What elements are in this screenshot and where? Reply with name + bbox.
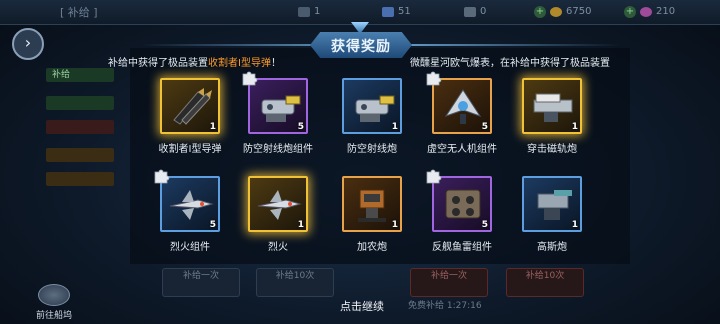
fragment-puzzle-icon <box>424 69 442 87</box>
button-label: 补给10次 <box>525 271 565 281</box>
announcement-text: 补给中获得了极品装置 <box>108 58 208 68</box>
add-icon[interactable]: + <box>624 5 636 18</box>
item-count: 1 <box>571 220 578 230</box>
item-count: 1 <box>391 122 398 132</box>
torpedo-icon <box>440 184 486 224</box>
announcement-highlight: 收割者I型导弹 <box>208 58 271 68</box>
announcement-marquee: 补给中获得了极品装置收割者I型导弹！ 微醺星河欧气爆表，在补给中获得了极品装置 <box>108 54 638 68</box>
item-frame[interactable]: 1 <box>522 176 582 232</box>
item-count: 5 <box>209 220 216 230</box>
item-name: 防空射线炮 <box>347 144 397 155</box>
item-count: 1 <box>297 220 304 230</box>
back-button[interactable]: › <box>12 28 44 60</box>
laser-icon <box>256 86 302 126</box>
gem-icon <box>640 6 652 17</box>
drone-icon <box>440 86 486 126</box>
resource-crystal: 51 <box>382 4 411 19</box>
fragment-puzzle-icon <box>152 167 170 185</box>
metal-value: 0 <box>480 6 487 17</box>
side-tab-supply[interactable]: 补给 <box>46 68 114 82</box>
crystal-value: 51 <box>398 6 411 17</box>
free-supply-timer: 免费补给 1:27:16 <box>408 301 482 311</box>
item-name: 反舰鱼雷组件 <box>432 242 492 253</box>
top-bar: [ 补给 ] <box>0 0 720 25</box>
side-tab[interactable] <box>46 148 114 162</box>
side-tab[interactable] <box>46 120 114 134</box>
gauss-icon <box>530 184 576 224</box>
go-to-dock-button[interactable]: 前往船坞 <box>34 284 74 321</box>
fighter-icon <box>168 184 214 224</box>
tap-to-continue[interactable]: 点击继续 <box>322 298 402 314</box>
announcement-text: ！ <box>270 58 281 68</box>
item-count: 1 <box>571 122 578 132</box>
item-frame[interactable]: 1 <box>160 78 220 134</box>
announcement-left: 补给中获得了极品装置收割者I型导弹！ <box>108 54 281 68</box>
button-label: 补给10次 <box>275 271 315 281</box>
button-label: 补给一次 <box>182 271 219 281</box>
item-frame[interactable]: 1 <box>342 78 402 134</box>
item-count: 1 <box>209 122 216 132</box>
resource-metal: 0 <box>464 4 486 19</box>
item-name: 烈火组件 <box>170 242 210 253</box>
item-name: 收割者I型导弹 <box>158 144 222 155</box>
item-frame[interactable]: 1 <box>248 176 308 232</box>
side-tab[interactable] <box>46 172 114 186</box>
laser-icon <box>350 86 396 126</box>
screen-title: [ 补给 ] <box>60 6 98 19</box>
fuel-value: 1 <box>314 6 321 17</box>
fragment-puzzle-icon <box>240 69 258 87</box>
item-count: 5 <box>481 220 488 230</box>
supply-once-button[interactable]: 补给一次 <box>410 268 488 297</box>
crystal-icon <box>382 6 394 17</box>
side-tab-label: 补给 <box>52 70 71 80</box>
item-name: 加农炮 <box>357 242 387 253</box>
announcement-right: 微醺星河欧气爆表，在补给中获得了极品装置 <box>410 58 610 68</box>
gold-value: 6750 <box>566 6 592 17</box>
item-count: 5 <box>481 122 488 132</box>
missile-icon <box>168 86 214 126</box>
item-name: 防空射线炮组件 <box>243 144 313 155</box>
item-count: 1 <box>391 220 398 230</box>
ship-icon <box>38 284 70 306</box>
item-name: 虚空无人机组件 <box>427 144 497 155</box>
fragment-puzzle-icon <box>424 167 442 185</box>
item-count: 5 <box>297 122 304 132</box>
item-name: 烈火 <box>268 242 288 253</box>
gold-coin-icon <box>550 6 562 17</box>
modal-title: 获得奖励 <box>331 39 391 55</box>
fuel-icon <box>298 6 310 17</box>
item-name: 穿击磁轨炮 <box>527 144 577 155</box>
resource-gem: +210 <box>624 4 675 19</box>
chevron-right-icon: › <box>24 33 32 52</box>
dock-label: 前往船坞 <box>35 311 72 321</box>
item-name: 高斯炮 <box>537 242 567 253</box>
supply-ten-button[interactable]: 补给10次 <box>506 268 584 297</box>
resource-fuel: 1 <box>298 4 320 19</box>
supply-once-button[interactable]: 补给一次 <box>162 268 240 297</box>
add-icon[interactable]: + <box>534 5 546 18</box>
button-label: 补给一次 <box>430 271 467 281</box>
railgun-icon <box>530 86 576 126</box>
supply-ten-button[interactable]: 补给10次 <box>256 268 334 297</box>
fighter-icon <box>256 184 302 224</box>
item-frame[interactable]: 1 <box>522 78 582 134</box>
resource-gold: +6750 <box>534 4 591 19</box>
metal-icon <box>464 6 476 17</box>
gem-value: 210 <box>656 6 676 17</box>
item-frame[interactable]: 1 <box>342 176 402 232</box>
cannon-icon <box>350 184 396 224</box>
side-tab[interactable] <box>46 96 114 110</box>
